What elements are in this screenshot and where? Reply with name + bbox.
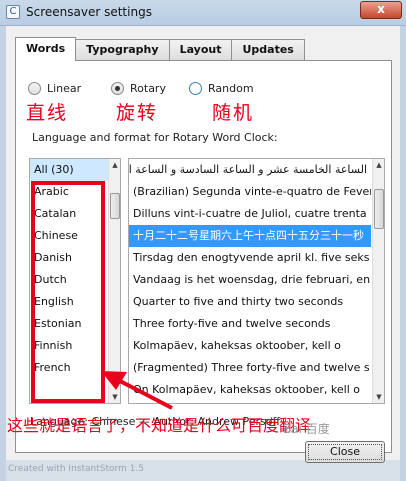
sample-item[interactable]: Tirsdag den enogtyvende april kl. five s… [129, 247, 371, 269]
scroll-thumb[interactable] [374, 189, 384, 229]
scroll-down-icon[interactable]: ▼ [109, 391, 121, 403]
app-icon: C [6, 5, 20, 19]
format-sample-list[interactable]: الساعة الخامسة عشر و الساعة السادسة و ال… [128, 158, 385, 404]
dialog-client-area: Words Typography Layout Updates Linear R… [6, 26, 400, 460]
sample-item[interactable]: 十月二十二号星期六上午十点四十五分三十一秒 [129, 225, 371, 247]
sample-item[interactable]: Quarter to five and thirty two seconds [129, 291, 371, 313]
radio-linear-label: Linear [47, 82, 82, 95]
radio-random-circle[interactable] [189, 82, 202, 95]
radio-rotary-label: Rotary [130, 82, 166, 95]
scroll-up-icon[interactable]: ▲ [373, 159, 384, 171]
window-close-button[interactable]: x [360, 1, 402, 19]
tab-updates[interactable]: Updates [231, 39, 305, 61]
close-button[interactable]: Close [305, 441, 385, 463]
sample-item[interactable]: (Brazilian) Segunda vinte-e-quatro de Fe… [129, 181, 371, 203]
sample-item[interactable]: الساعة الخامسة عشر و الساعة السادسة و ال… [129, 159, 371, 181]
language-list-scrollbar[interactable]: ▲ ▼ [108, 159, 120, 403]
window-frame-right [400, 26, 406, 481]
sample-item[interactable]: (Fragmented) Three forty-five and twelve… [129, 357, 371, 379]
sample-item[interactable]: Three forty-five and twelve seconds [129, 313, 371, 335]
scroll-thumb[interactable] [110, 193, 120, 219]
annotation-red-box [31, 181, 105, 403]
scroll-up-icon[interactable]: ▲ [109, 159, 121, 171]
tab-layout[interactable]: Layout [168, 39, 233, 61]
scroll-down-icon[interactable]: ▼ [373, 391, 384, 403]
sample-item[interactable]: On Kolmapäev, kaheksas oktoober, kell o [129, 379, 371, 401]
language-format-label: Language and format for Rotary Word Cloc… [32, 131, 278, 144]
annotation-rotary: 旋转 [116, 102, 159, 124]
window-title: Screensaver settings [26, 5, 152, 19]
radio-linear[interactable]: Linear [28, 82, 81, 95]
tab-strip: Words Typography Layout Updates [15, 37, 305, 61]
annotation-linear: 直线 [26, 102, 69, 124]
sample-list-scrollbar[interactable]: ▲ ▼ [372, 159, 384, 403]
sample-item[interactable]: Dilluns vint-i-cuatre de Juliol, cuatre … [129, 203, 371, 225]
language-item[interactable]: All (30) [30, 159, 120, 181]
radio-random[interactable]: Random [189, 82, 254, 95]
tab-words[interactable]: Words [15, 37, 77, 61]
sample-item[interactable]: Vandaag is het woensdag, drie februari, … [129, 269, 371, 291]
watermark: Bai 百度 [283, 422, 330, 436]
radio-rotary[interactable]: Rotary [111, 82, 166, 95]
radio-random-label: Random [208, 82, 254, 95]
words-panel: Linear Rotary Random 直线 旋转 随机 Language a… [15, 60, 392, 453]
credit-text: Created with InstantStorm 1.5 [8, 464, 144, 474]
radio-linear-circle[interactable] [28, 82, 41, 95]
title-bar: C Screensaver settings x [0, 0, 406, 26]
tab-typography[interactable]: Typography [75, 39, 170, 61]
radio-rotary-circle[interactable] [111, 82, 124, 95]
annotation-random: 随机 [212, 102, 255, 124]
sample-item[interactable]: Kolmapäev, kaheksas oktoober, kell o [129, 335, 371, 357]
annotation-note: 这些就是语言了，不知道是什么可百度翻译 [7, 416, 312, 435]
